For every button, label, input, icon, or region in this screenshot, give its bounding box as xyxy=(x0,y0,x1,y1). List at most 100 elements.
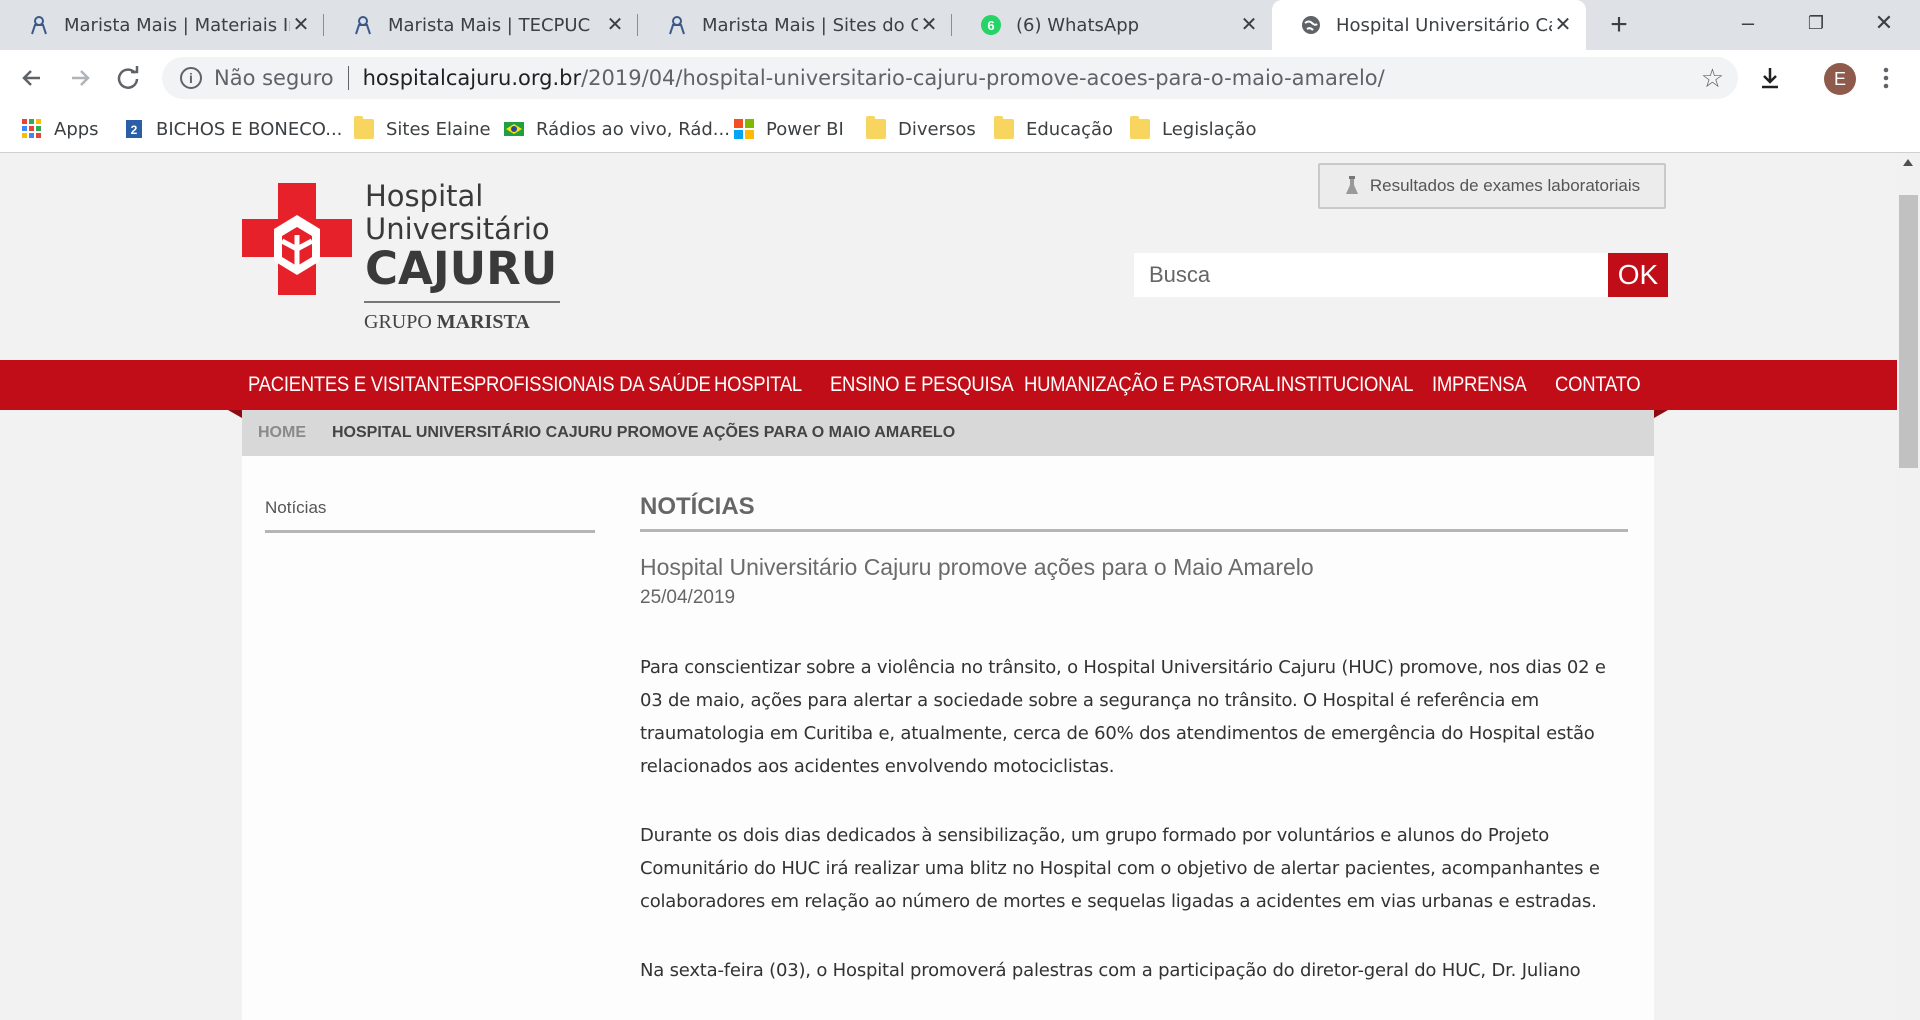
nav-hospital[interactable]: Hospital xyxy=(714,360,802,410)
forward-icon[interactable] xyxy=(62,60,98,96)
security-label: Não seguro xyxy=(214,66,334,90)
breadcrumb-current: HOSPITAL UNIVERSITÁRIO CAJURU PROMOVE AÇ… xyxy=(332,424,956,441)
browser-toolbar: i Não seguro hospitalcajuru.org.br/2019/… xyxy=(0,50,1920,106)
breadcrumb: HOME HOSPITAL UNIVERSITÁRIO CAJURU PROMO… xyxy=(242,410,1654,456)
scroll-up-icon[interactable] xyxy=(1903,159,1913,166)
globe-icon xyxy=(1300,14,1322,36)
menu-icon[interactable] xyxy=(1868,60,1904,96)
bookmark-apps[interactable]: Apps xyxy=(22,115,99,143)
article-paragraph: Durante os dois dias dedicados à sensibi… xyxy=(640,825,1600,912)
bookmark-label: Educação xyxy=(1026,118,1114,140)
url-host: hospitalcajuru.org.br xyxy=(362,66,582,90)
tab-title: (6) WhatsApp xyxy=(1016,14,1140,36)
bookmark-label: Rádios ao vivo, Rád... xyxy=(536,118,730,140)
close-tab-icon[interactable]: ✕ xyxy=(290,14,312,36)
article-date: 25/04/2019 xyxy=(640,587,736,608)
lab-results-button[interactable]: Resultados de exames laboratoriais xyxy=(1318,163,1666,209)
folder-icon xyxy=(994,116,1014,139)
folder-icon xyxy=(354,116,374,139)
page-viewport: Hospital Universitário CAJURU GRUPO MARI… xyxy=(0,153,1897,1020)
bookmark-label: Legislação xyxy=(1162,118,1257,140)
url-path: /2019/04/hospital-universitario-cajuru-p… xyxy=(581,66,1385,90)
tab-title: Marista Mais | TECPUC xyxy=(388,14,591,36)
close-tab-icon[interactable]: ✕ xyxy=(918,14,940,36)
bookmark-label: Apps xyxy=(54,118,99,140)
tab-hospital-cajuru[interactable]: Hospital Universitário Cajuru ✕ xyxy=(1272,0,1586,50)
bookmark-sites-elaine[interactable]: Sites Elaine xyxy=(354,115,491,143)
marista-icon xyxy=(28,14,50,36)
page-scrollbar[interactable] xyxy=(1897,153,1920,1020)
section-title: NOTÍCIAS xyxy=(640,493,1628,532)
nav-ensino-pesquisa[interactable]: Ensino e Pesquisa xyxy=(830,360,1014,410)
bookmark-radios[interactable]: Rádios ao vivo, Rád... xyxy=(504,115,730,143)
info-icon[interactable]: i xyxy=(180,67,202,89)
bookmark-legislacao[interactable]: Legislação xyxy=(1130,115,1257,143)
bookmark-star-icon[interactable]: ☆ xyxy=(1701,63,1724,94)
logo-group: GRUPO MARISTA xyxy=(364,311,530,333)
marista-icon xyxy=(352,14,374,36)
tab-strip: Marista Mais | Materiais Institucionais … xyxy=(0,0,1920,50)
marista-icon xyxy=(666,14,688,36)
search-input[interactable] xyxy=(1134,253,1608,297)
folder-icon xyxy=(866,116,886,139)
reload-icon[interactable] xyxy=(110,60,146,96)
logo-line-cajuru: CAJURU xyxy=(365,242,558,295)
tab-marista-tecpuc[interactable]: Marista Mais | TECPUC ✕ xyxy=(324,0,638,50)
close-tab-icon[interactable]: ✕ xyxy=(1238,14,1260,36)
close-tab-icon[interactable]: ✕ xyxy=(1552,14,1574,36)
minimize-button[interactable]: – xyxy=(1728,6,1768,40)
content-area: HOME HOSPITAL UNIVERSITÁRIO CAJURU PROMO… xyxy=(242,410,1654,1020)
bookmark-bichos[interactable]: 2 BICHOS E BONECO... xyxy=(124,115,342,143)
svg-text:2: 2 xyxy=(131,123,138,137)
whatsapp-icon: 6 xyxy=(980,14,1002,36)
brazil-flag-icon xyxy=(504,122,524,136)
logo-line-universitario: Universitário xyxy=(365,212,550,246)
lab-results-label: Resultados de exames laboratoriais xyxy=(1369,176,1641,195)
hospital-cross-logo-icon xyxy=(242,183,352,295)
bookmark-site-icon: 2 xyxy=(126,120,142,138)
bookmark-label: BICHOS E BONECO... xyxy=(156,118,343,140)
bookmark-label: Power BI xyxy=(766,118,844,140)
address-bar[interactable]: i Não seguro hospitalcajuru.org.br/2019/… xyxy=(162,57,1738,99)
bookmark-diversos[interactable]: Diversos xyxy=(866,115,976,143)
article-paragraph: Na sexta-feira (03), o Hospital promover… xyxy=(640,960,1581,981)
close-window-button[interactable]: ✕ xyxy=(1864,6,1904,40)
nav-institucional[interactable]: Institucional xyxy=(1276,360,1414,410)
whatsapp-badge: 6 xyxy=(987,18,994,33)
tab-whatsapp[interactable]: 6 (6) WhatsApp ✕ xyxy=(952,0,1272,50)
nav-imprensa[interactable]: Imprensa xyxy=(1432,360,1527,410)
download-icon[interactable] xyxy=(1752,60,1788,96)
back-icon[interactable] xyxy=(14,60,50,96)
avatar[interactable]: E xyxy=(1824,63,1856,95)
breadcrumb-home[interactable]: HOME xyxy=(258,424,306,442)
apps-grid-icon xyxy=(22,119,41,138)
test-tube-icon xyxy=(1345,176,1358,194)
bookmark-label: Diversos xyxy=(898,118,976,140)
tab-marista-materiais[interactable]: Marista Mais | Materiais Institucionais … xyxy=(0,0,324,50)
tab-title: Marista Mais | Materiais Institucionais xyxy=(64,14,290,36)
nav-pacientes-visitantes[interactable]: Pacientes e Visitantes xyxy=(248,360,475,410)
tab-title: Hospital Universitário Cajuru xyxy=(1336,14,1552,36)
nav-humanizacao-pastoral[interactable]: Humanização e Pastoral xyxy=(1024,360,1275,410)
windows-logo-icon xyxy=(734,119,754,139)
tab-marista-sites[interactable]: Marista Mais | Sites do Grupo ✕ xyxy=(638,0,952,50)
hospital-logo[interactable]: Hospital Universitário CAJURU GRUPO MARI… xyxy=(242,167,562,333)
bookmark-power-bi[interactable]: Power BI xyxy=(734,115,844,143)
tab-title: Marista Mais | Sites do Grupo xyxy=(702,14,918,36)
new-tab-button[interactable]: + xyxy=(1602,8,1636,42)
sidebar: Notícias xyxy=(265,498,595,533)
bookmark-educacao[interactable]: Educação xyxy=(994,115,1113,143)
article: NOTÍCIAS Hospital Universitário Cajuru p… xyxy=(640,493,1628,987)
search-submit-button[interactable]: OK xyxy=(1608,253,1668,297)
scrollbar-thumb[interactable] xyxy=(1899,195,1918,468)
article-paragraph: Para conscientizar sobre a violência no … xyxy=(640,657,1606,777)
nav-contato[interactable]: Contato xyxy=(1555,360,1641,410)
close-tab-icon[interactable]: ✕ xyxy=(604,14,626,36)
bookmark-label: Sites Elaine xyxy=(386,118,491,140)
nav-profissionais-saude[interactable]: Profissionais da Saúde xyxy=(474,360,711,410)
sidebar-item-noticias[interactable]: Notícias xyxy=(265,498,595,533)
logo-line-hospital: Hospital xyxy=(365,179,484,213)
main-nav: Pacientes e Visitantes Profissionais da … xyxy=(0,360,1897,410)
article-title: Hospital Universitário Cajuru promove aç… xyxy=(640,554,1314,580)
restore-button[interactable]: ❐ xyxy=(1796,6,1836,40)
